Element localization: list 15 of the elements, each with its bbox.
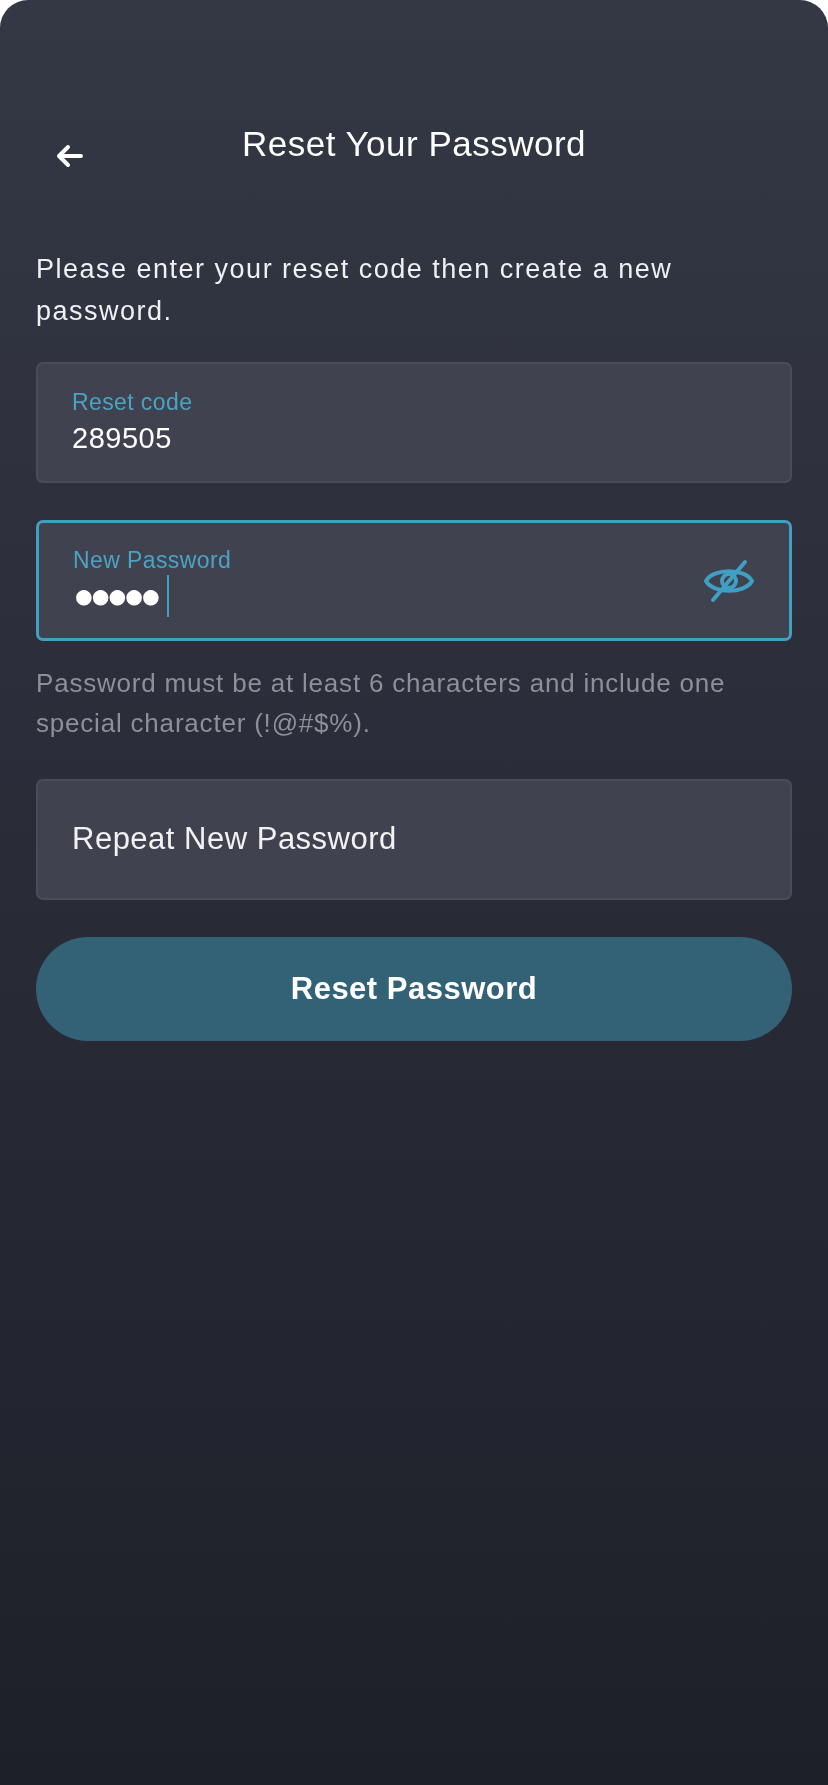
field-value: 289505: [72, 420, 172, 456]
back-arrow-icon[interactable]: [56, 144, 84, 168]
eye-off-icon[interactable]: [703, 557, 755, 604]
input-field[interactable]: Repeat New Password: [36, 779, 792, 900]
masked-password: ●●●●●: [73, 574, 157, 617]
text-cursor: [166, 574, 169, 617]
reset-password-button[interactable]: Reset Password: [36, 937, 792, 1041]
intro-text: Please enter your reset code then create a new password.: [36, 253, 674, 328]
page-title: Reset Your Password: [240, 123, 588, 165]
password-hint: Password must be at least 6 characters and include one special character (!@#$%).: [36, 667, 726, 740]
password-field[interactable]: New Password ●●●●●: [36, 520, 792, 641]
field-label: New Password: [73, 545, 233, 575]
input-field[interactable]: Reset code 289505: [36, 362, 792, 483]
field-label: Reset code: [72, 387, 194, 417]
field-placeholder: Repeat New Password: [72, 820, 397, 859]
